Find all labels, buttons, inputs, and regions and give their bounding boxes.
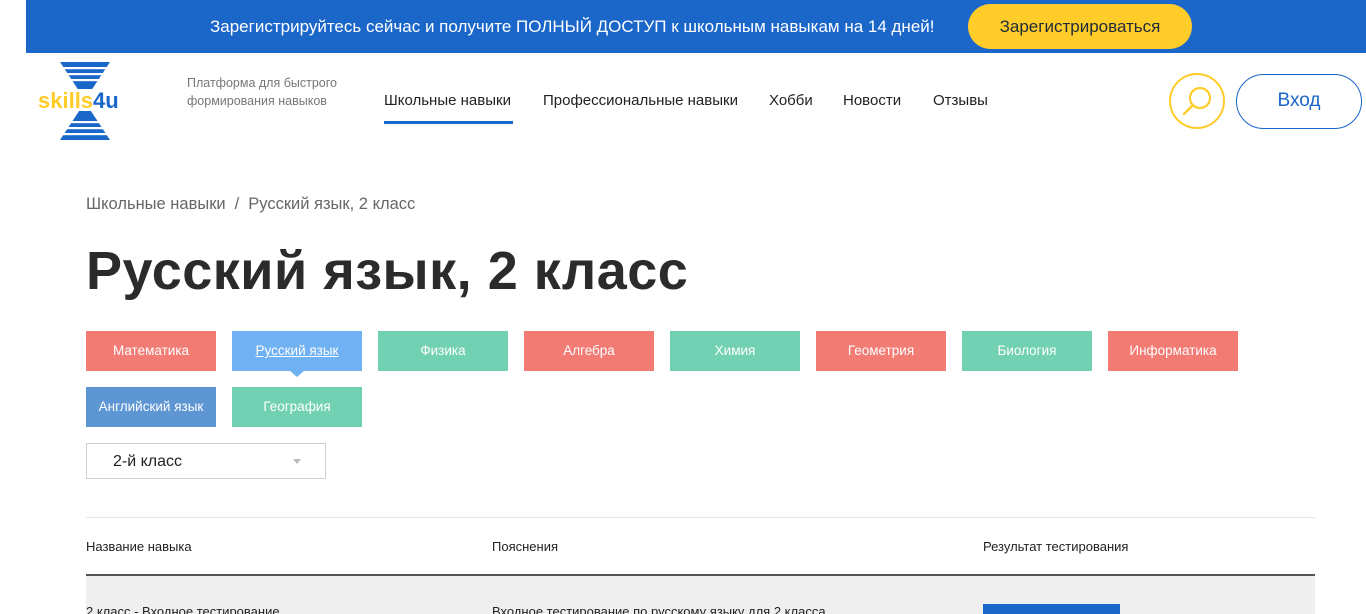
subject-tab-russian[interactable]: Русский язык: [232, 331, 362, 371]
subject-tab-geography[interactable]: География: [232, 387, 362, 427]
breadcrumb-current: Русский язык, 2 класс: [248, 195, 416, 213]
register-button[interactable]: Зарегистрироваться: [968, 4, 1192, 49]
subject-tab-label: Физика: [420, 343, 466, 358]
subject-tab-label: Алгебра: [563, 343, 615, 358]
start-test-button[interactable]: [983, 604, 1120, 614]
search-button[interactable]: [1169, 73, 1225, 129]
subject-tab-geometry[interactable]: Геометрия: [816, 331, 946, 371]
promo-bar: Зарегистрируйтесь сейчас и получите ПОЛН…: [26, 0, 1366, 53]
subject-tab-label: Геометрия: [847, 343, 915, 358]
subject-tab-math[interactable]: Математика: [86, 331, 216, 371]
table-divider: [86, 517, 1315, 518]
subject-tab-label: Химия: [714, 343, 756, 358]
subject-tab-label: Математика: [112, 343, 190, 358]
breadcrumb-separator: /: [234, 195, 240, 213]
nav-school-skills[interactable]: Школьные навыки: [384, 92, 511, 109]
subject-tab-label: Биология: [997, 343, 1057, 358]
logo-graphic: skills4u: [38, 62, 142, 140]
column-header-skill-name: Название навыка: [86, 539, 192, 554]
subject-tab-label: Русский язык: [255, 343, 339, 358]
grade-select-value: 2-й класс: [113, 453, 183, 470]
subject-tab-english[interactable]: Английский язык: [86, 387, 216, 427]
subject-tab-physics[interactable]: Физика: [378, 331, 508, 371]
subject-tab-label: Английский язык: [98, 399, 204, 414]
site-tagline: Платформа для быстрого формирования навы…: [187, 76, 337, 108]
nav-news[interactable]: Новости: [843, 92, 901, 109]
grade-select[interactable]: 2-й класс: [86, 443, 326, 479]
logo-text: skills4u: [38, 88, 119, 113]
breadcrumb-root[interactable]: Школьные навыки: [86, 195, 226, 213]
login-button[interactable]: Вход: [1236, 74, 1362, 129]
site-logo[interactable]: skills4u: [38, 62, 148, 140]
subject-tab-algebra[interactable]: Алгебра: [524, 331, 654, 371]
table-cell-explanation: Входное тестирование по русскому языку д…: [492, 604, 826, 614]
chevron-down-icon: [293, 459, 301, 464]
subject-tab-biology[interactable]: Биология: [962, 331, 1092, 371]
nav-reviews[interactable]: Отзывы: [933, 92, 988, 109]
breadcrumb: Школьные навыки / Русский язык, 2 класс: [86, 195, 415, 214]
search-icon: [1182, 86, 1212, 116]
nav-active-indicator: [384, 121, 513, 124]
page-title: Русский язык, 2 класс: [86, 241, 689, 301]
subject-tab-label: Информатика: [1129, 343, 1217, 358]
nav-professional-skills[interactable]: Профессиональные навыки: [543, 92, 738, 109]
active-tab-pointer: [289, 370, 305, 377]
nav-hobby[interactable]: Хобби: [769, 92, 813, 109]
column-header-test-result: Результат тестирования: [983, 539, 1129, 554]
subject-tab-informatics[interactable]: Информатика: [1108, 331, 1238, 371]
promo-text: Зарегистрируйтесь сейчас и получите ПОЛН…: [210, 17, 935, 36]
table-cell-skill-name[interactable]: 2 класс - Входное тестирование: [86, 604, 280, 614]
subject-tab-label: География: [263, 399, 331, 414]
column-header-explanations: Пояснения: [492, 539, 559, 554]
subject-tab-chemistry[interactable]: Химия: [670, 331, 800, 371]
